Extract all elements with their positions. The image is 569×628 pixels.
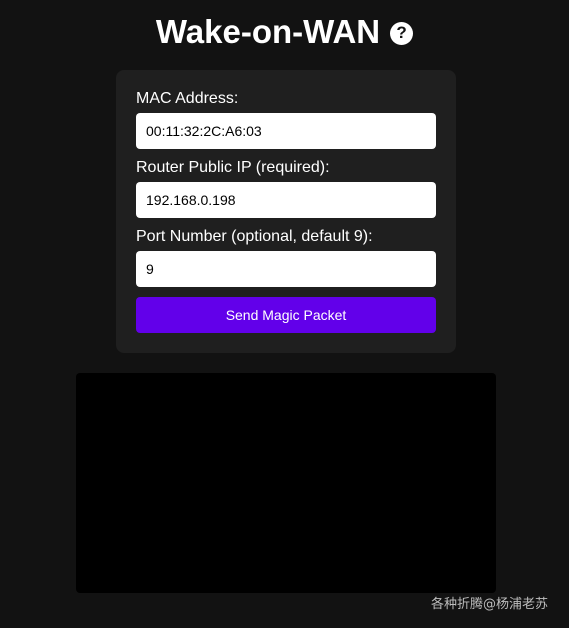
page-title: Wake-on-WAN	[155, 13, 381, 50]
mac-address-label: MAC Address:	[136, 90, 239, 107]
header: Wake-on-WAN ?	[0, 10, 569, 54]
mac-address-input[interactable]	[136, 113, 436, 149]
watermark: 各种折腾@杨浦老苏	[430, 597, 548, 612]
send-magic-packet-button[interactable]: Send Magic Packet	[136, 297, 436, 333]
router-ip-input[interactable]	[136, 182, 436, 218]
help-icon[interactable]: ?	[390, 21, 414, 45]
output-panel	[76, 373, 496, 593]
wake-form: MAC Address: Router Public IP (required)…	[116, 70, 456, 353]
page: Wake-on-WAN ? MAC Address: Router Public…	[0, 0, 569, 628]
port-number-input[interactable]	[136, 251, 436, 287]
port-number-label: Port Number (optional, default 9):	[136, 228, 373, 245]
router-ip-label: Router Public IP (required):	[136, 159, 330, 176]
